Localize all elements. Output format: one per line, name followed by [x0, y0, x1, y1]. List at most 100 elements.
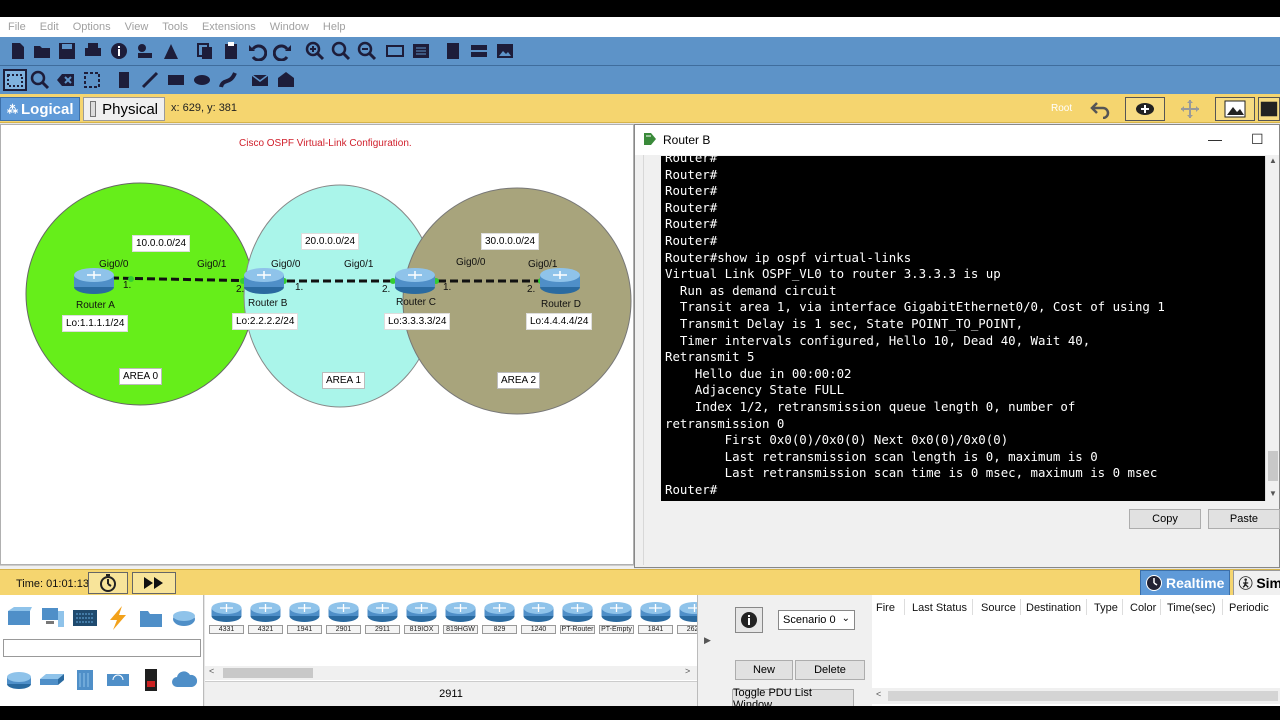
root-label[interactable]: Root	[1051, 103, 1072, 114]
save-icon[interactable]	[57, 41, 77, 61]
copy-icon[interactable]	[195, 41, 215, 61]
tab-physical[interactable]: Physical	[83, 97, 165, 121]
open-folder-icon[interactable]	[32, 41, 52, 61]
draw-ellipse-icon[interactable]	[192, 70, 212, 90]
scroll-left-icon[interactable]: <	[876, 689, 881, 699]
copy-button[interactable]: Copy	[1129, 509, 1201, 529]
model-item[interactable]: 1841	[638, 599, 673, 634]
redo-icon[interactable]	[273, 41, 293, 61]
scroll-thumb[interactable]	[888, 691, 1278, 701]
simple-pdu-icon[interactable]	[250, 70, 270, 90]
zoom-in-icon[interactable]	[305, 41, 325, 61]
device-search-field[interactable]	[3, 639, 201, 657]
place-note-icon[interactable]	[114, 70, 134, 90]
model-item[interactable]: 2911	[365, 599, 400, 634]
drawing-palette-icon[interactable]	[385, 41, 405, 61]
dialog-icon[interactable]	[443, 41, 463, 61]
menu-options[interactable]: Options	[73, 21, 111, 33]
routers-icon[interactable]	[2, 665, 35, 695]
model-item[interactable]: 1941	[287, 599, 322, 634]
components-icon[interactable]	[68, 603, 101, 633]
menu-view[interactable]: View	[125, 21, 149, 33]
router-d-label[interactable]: Router D	[541, 299, 581, 310]
draw-line-icon[interactable]	[140, 70, 160, 90]
scroll-down-icon[interactable]: ▼	[1269, 489, 1277, 498]
toggle-pdu-list-button[interactable]: Toggle PDU List Window	[732, 687, 854, 706]
column-header[interactable]: Destination	[1026, 602, 1081, 614]
model-item[interactable]: 2901	[326, 599, 361, 634]
column-header[interactable]: Type	[1094, 602, 1118, 614]
hubs-icon[interactable]	[68, 665, 101, 695]
server-icon[interactable]	[469, 41, 489, 61]
network-devices-icon[interactable]	[2, 603, 35, 633]
zoom-out-icon[interactable]	[357, 41, 377, 61]
new-file-icon[interactable]	[8, 41, 28, 61]
model-item[interactable]: 1240	[521, 599, 556, 634]
scenario-select[interactable]: Scenario 0 ⌄	[778, 610, 855, 630]
scroll-up-icon[interactable]: ▲	[1269, 156, 1277, 165]
menu-edit[interactable]: Edit	[40, 21, 59, 33]
complex-pdu-icon[interactable]	[276, 70, 296, 90]
paste-icon[interactable]	[221, 41, 241, 61]
select-tool-icon[interactable]	[3, 69, 27, 91]
model-item[interactable]: 819IOX	[404, 599, 439, 634]
multiuser-icon[interactable]	[167, 603, 200, 633]
column-header[interactable]: Fire	[876, 602, 895, 614]
inspect-icon[interactable]	[30, 70, 50, 90]
window-titlebar[interactable]: Router B — ☐	[635, 125, 1279, 155]
column-header[interactable]: Color	[1130, 602, 1156, 614]
model-item[interactable]: PT-Router	[560, 599, 595, 634]
scroll-right-icon[interactable]: >	[685, 666, 690, 676]
end-devices-icon[interactable]	[35, 603, 68, 633]
model-item[interactable]: 4331	[209, 599, 244, 634]
resize-shape-icon[interactable]	[82, 70, 102, 90]
draw-rectangle-icon[interactable]	[166, 70, 186, 90]
column-header[interactable]: Last Status	[912, 602, 967, 614]
info-icon[interactable]	[109, 41, 129, 61]
security-devices-icon[interactable]	[134, 665, 167, 695]
paste-button[interactable]: Paste	[1208, 509, 1280, 529]
cli-terminal[interactable]: Router# Router# Router# Router# Router# …	[661, 156, 1266, 501]
column-header[interactable]: Time(sec)	[1167, 602, 1215, 614]
connections-icon[interactable]	[101, 603, 134, 633]
column-header[interactable]: Periodic	[1229, 602, 1269, 614]
maximize-button[interactable]: ☐	[1251, 131, 1264, 148]
new-cluster-icon[interactable]	[1125, 97, 1165, 121]
network-info-icon[interactable]	[135, 41, 155, 61]
power-cycle-button[interactable]	[88, 572, 128, 594]
move-object-icon[interactable]	[1170, 97, 1210, 121]
freeform-icon[interactable]	[218, 70, 238, 90]
switches-icon[interactable]	[35, 665, 68, 695]
column-header[interactable]: Source	[981, 602, 1016, 614]
fast-forward-button[interactable]	[132, 572, 176, 594]
model-item[interactable]: 4321	[248, 599, 283, 634]
miscellaneous-icon[interactable]	[134, 603, 167, 633]
activity-wizard-icon[interactable]	[161, 41, 181, 61]
pdu-horizontal-scrollbar[interactable]: <	[872, 688, 1280, 704]
collapse-arrow-icon[interactable]: ▶	[704, 635, 711, 646]
wan-emulation-icon[interactable]	[167, 665, 200, 695]
scroll-thumb[interactable]	[1268, 451, 1278, 481]
viewport-icon[interactable]	[1258, 97, 1280, 121]
tab-logical[interactable]: ⁂ Logical	[0, 97, 80, 121]
menu-window[interactable]: Window	[270, 21, 309, 33]
back-arrow-icon[interactable]	[1080, 97, 1120, 121]
set-background-icon[interactable]	[1215, 97, 1255, 121]
model-horizontal-scrollbar[interactable]: < >	[205, 666, 697, 680]
menu-help[interactable]: Help	[323, 21, 346, 33]
model-item[interactable]: PT-Empty	[599, 599, 634, 634]
image-icon[interactable]	[495, 41, 515, 61]
delete-scenario-button[interactable]: Delete	[795, 660, 865, 680]
undo-icon[interactable]	[247, 41, 267, 61]
cli-vertical-scrollbar[interactable]: ▲ ▼	[1265, 156, 1279, 501]
custom-device-icon[interactable]	[411, 41, 431, 61]
delete-icon[interactable]	[56, 70, 76, 90]
print-icon[interactable]	[83, 41, 103, 61]
wireless-devices-icon[interactable]	[101, 665, 134, 695]
new-scenario-button[interactable]: New	[735, 660, 793, 680]
realtime-mode-button[interactable]: Realtime	[1140, 570, 1230, 596]
simulation-mode-button[interactable]: Sim	[1233, 570, 1280, 596]
menu-tools[interactable]: Tools	[162, 21, 188, 33]
scenario-info-button[interactable]	[735, 607, 763, 633]
scroll-thumb[interactable]	[223, 668, 313, 678]
